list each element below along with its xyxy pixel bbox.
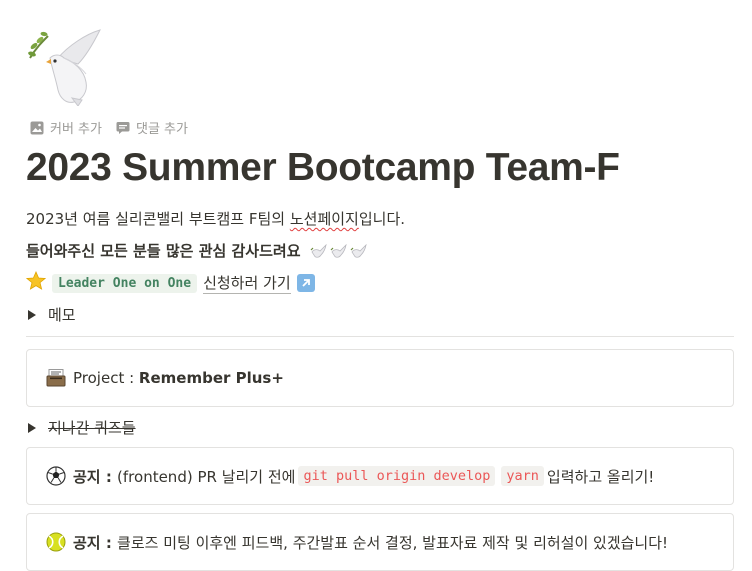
soccer-ball-icon [41, 466, 71, 486]
dove-icon [330, 243, 347, 258]
yarn-code: yarn [501, 466, 544, 486]
description-prefix: 2023년 여름 실리콘밸리 부트캠프 F팀의 [26, 210, 290, 228]
project-label: Project : [73, 369, 139, 387]
leader-code-chip: Leader One on One [52, 273, 198, 293]
notice-label: 공지 : [73, 533, 118, 552]
welcome-label: 들어와주신 모든 분들 많은 관심 감사드려요 [26, 242, 301, 260]
past-quizzes-label: 지나간 퀴즈들 [48, 419, 136, 437]
project-value: Remember Plus+ [138, 369, 284, 387]
add-cover-label: 커버 추가 [50, 122, 102, 137]
arrow-up-right-icon[interactable] [296, 274, 315, 292]
welcome-text[interactable]: 들어와주신 모든 분들 많은 관심 감사드려요 [26, 240, 368, 261]
toggle-arrow-icon[interactable] [28, 309, 36, 320]
dove-emojis [310, 243, 368, 260]
dove-icon [310, 243, 327, 258]
apply-link[interactable]: 신청하러 가기 [203, 272, 291, 294]
comment-icon [116, 121, 130, 135]
memo-label: 메모 [48, 306, 76, 324]
dove-with-olive-branch-icon[interactable] [28, 28, 104, 107]
page-actions: 커버 추가 댓글 추가 [30, 118, 188, 137]
leader-line: Leader One on One 신청하러 가기 [25, 270, 315, 295]
page-title[interactable]: 2023 Summer Bootcamp Team-F [26, 146, 620, 190]
past-quizzes-toggle[interactable]: 지나간 퀴즈들 [28, 417, 136, 438]
dove-icon [350, 243, 367, 258]
project-callout[interactable]: Project : Remember Plus+ [26, 349, 734, 407]
notice-text-before: (frontend) PR 날리기 전에 [117, 467, 296, 486]
notice-callout-schedule[interactable]: 공지 : 클로즈 미팅 이후엔 피드백, 주간발표 순서 결정, 발표자료 제작… [26, 513, 734, 571]
add-cover-button[interactable]: 커버 추가 [30, 118, 102, 137]
star-icon [25, 270, 47, 295]
add-comment-button[interactable]: 댓글 추가 [116, 118, 188, 137]
image-icon [30, 121, 44, 135]
description-underlined: 노션페이지 [289, 210, 359, 228]
ballot-box-icon [41, 369, 71, 387]
notice-schedule-text: 클로즈 미팅 이후엔 피드백, 주간발표 순서 결정, 발표자료 제작 및 리허… [117, 533, 669, 552]
notice-text-after: 입력하고 올리기! [546, 467, 655, 486]
description-text[interactable]: 2023년 여름 실리콘밸리 부트캠프 F팀의 노션페이지입니다. [26, 208, 405, 229]
notice-callout-frontend[interactable]: 공지 : (frontend) PR 날리기 전에 git pull origi… [26, 447, 734, 505]
git-pull-code: git pull origin develop [298, 466, 496, 486]
description-suffix: 입니다. [358, 210, 406, 228]
divider [26, 336, 734, 337]
notice-label: 공지 : [73, 467, 118, 486]
tennis-ball-icon [41, 532, 71, 552]
add-comment-label: 댓글 추가 [135, 122, 188, 137]
toggle-arrow-icon[interactable] [28, 422, 36, 433]
memo-toggle[interactable]: 메모 [28, 304, 76, 325]
